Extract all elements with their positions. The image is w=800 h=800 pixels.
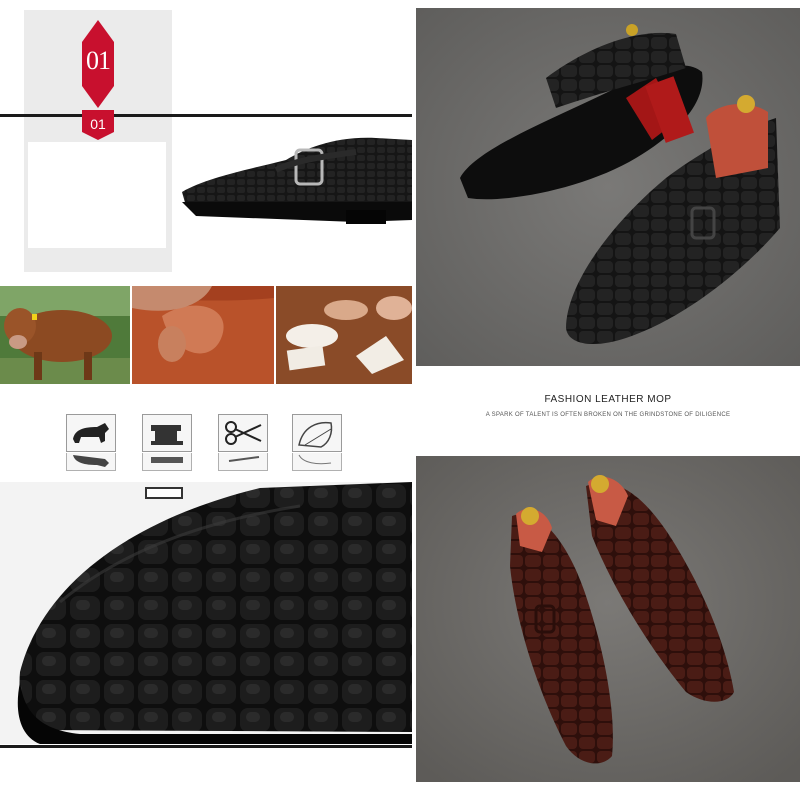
bull-icon xyxy=(66,414,116,452)
badge-number-large: 01 xyxy=(86,46,111,75)
leather-hand-photo xyxy=(132,286,274,384)
caption-subtitle: A SPARK OF TALENT IS OFTEN BROKEN ON THE… xyxy=(485,412,731,418)
pattern-cutting-photo xyxy=(276,286,412,384)
process-icon-row xyxy=(0,410,412,474)
divider-line-top xyxy=(0,114,412,117)
divider-line-bottom xyxy=(0,745,412,748)
product-detail-page: 01 01 FASHION LEATHER MOP A SPARK OF TAL… xyxy=(0,0,800,800)
badge-number-small: 01 xyxy=(90,116,106,132)
left-column: 01 01 xyxy=(0,0,412,800)
small-tab-marker xyxy=(145,487,183,499)
product-caption: FASHION LEATHER MOP A SPARK OF TALENT IS… xyxy=(416,366,800,454)
brown-shoes-pair-image xyxy=(416,456,800,782)
sewing-machine-icon xyxy=(142,414,192,452)
monk-shoe-side-image xyxy=(182,137,412,224)
cattle-photo xyxy=(0,286,130,384)
sewing-machine-icon-reflection xyxy=(142,453,192,471)
process-photo-row xyxy=(0,286,412,384)
croc-toe-closeup-image xyxy=(0,482,412,744)
pattern-template-icon-reflection xyxy=(292,453,342,471)
bull-icon-reflection xyxy=(66,453,116,471)
scissors-icon xyxy=(218,414,268,452)
pattern-template-icon xyxy=(292,414,342,452)
scissors-icon-reflection xyxy=(218,453,268,471)
caption-title: FASHION LEATHER MOP xyxy=(544,394,672,405)
blank-text-card xyxy=(28,142,166,248)
black-shoes-pair-image xyxy=(416,8,800,366)
